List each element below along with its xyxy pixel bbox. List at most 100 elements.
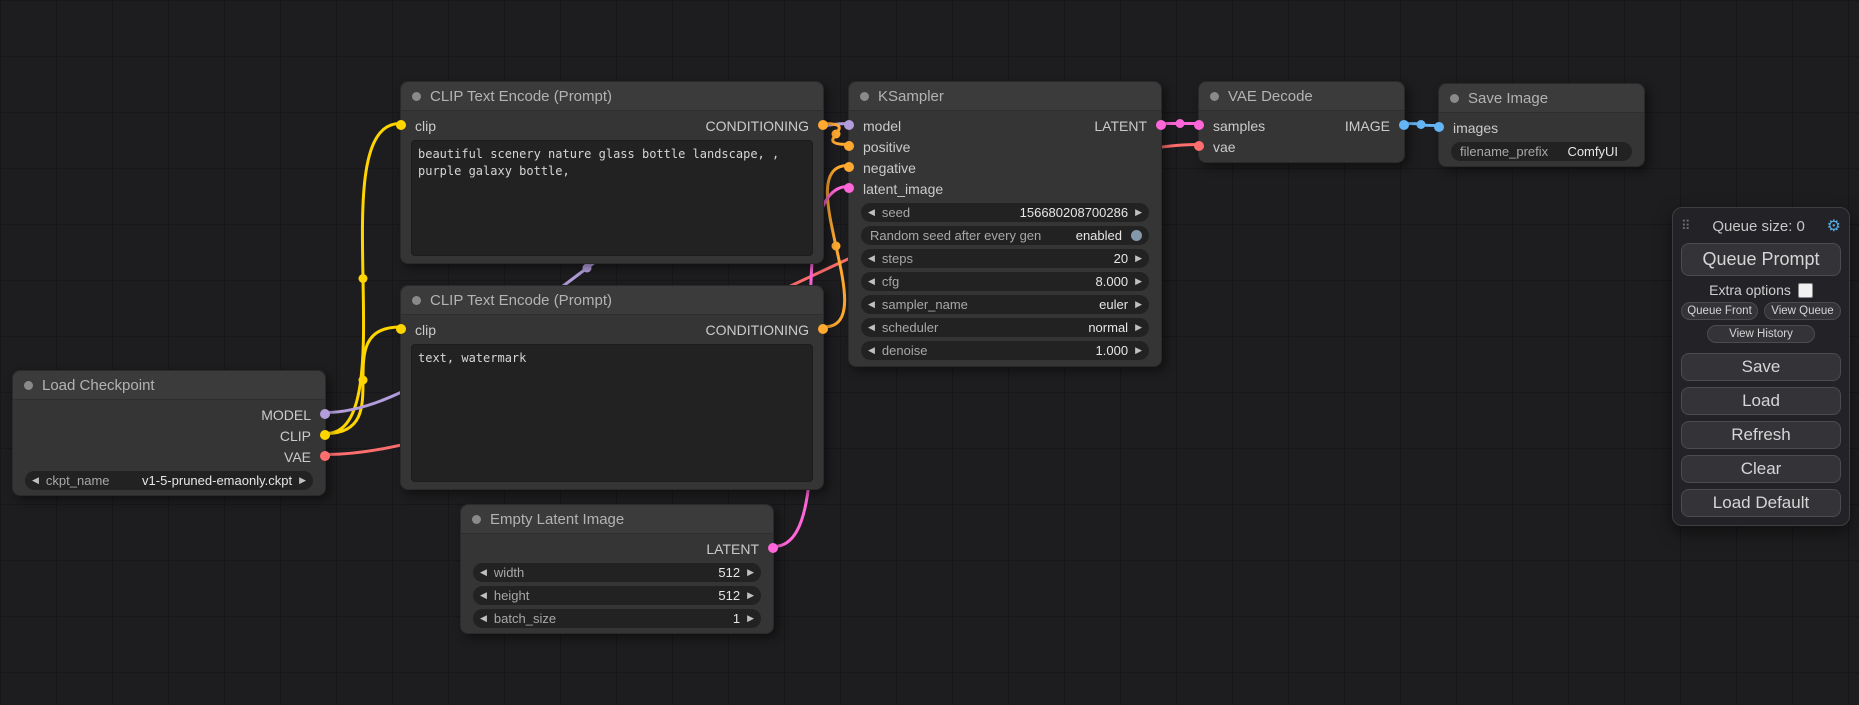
input-port-model[interactable]	[844, 120, 854, 130]
node-empty-latent-image[interactable]: Empty Latent Image LATENT ◀ width 512 ▶ …	[460, 504, 774, 634]
input-port-positive[interactable]	[844, 141, 854, 151]
increment-arrow-icon[interactable]: ▶	[1135, 254, 1142, 263]
collapse-dot[interactable]	[412, 296, 421, 305]
increment-arrow-icon[interactable]: ▶	[1135, 323, 1142, 332]
increment-arrow-icon[interactable]: ▶	[1135, 208, 1142, 217]
input-port-clip[interactable]	[396, 120, 406, 130]
slot-row: positive	[849, 136, 1161, 157]
node-title: Empty Latent Image	[490, 511, 624, 528]
decrement-arrow-icon[interactable]: ◀	[868, 277, 875, 286]
collapse-dot[interactable]	[24, 381, 33, 390]
node-header[interactable]: VAE Decode	[1199, 82, 1404, 111]
output-port-conditioning[interactable]	[818, 120, 828, 130]
ckpt-name-widget[interactable]: ◀ ckpt_name v1-5-pruned-emaonly.ckpt ▶	[25, 471, 313, 490]
node-title: CLIP Text Encode (Prompt)	[430, 88, 612, 105]
collapse-dot[interactable]	[1450, 94, 1459, 103]
input-port-negative[interactable]	[844, 162, 854, 172]
collapse-dot[interactable]	[412, 92, 421, 101]
load-default-button[interactable]: Load Default	[1681, 489, 1841, 517]
node-vae-decode[interactable]: VAE Decode samples IMAGE vae	[1198, 81, 1405, 163]
node-load-checkpoint[interactable]: Load Checkpoint MODEL CLIP VAE ◀ ckpt_na…	[12, 370, 326, 496]
output-label-conditioning: CONDITIONING	[706, 322, 809, 338]
increment-arrow-icon[interactable]: ▶	[747, 568, 754, 577]
refresh-button[interactable]: Refresh	[1681, 421, 1841, 449]
node-header[interactable]: Load Checkpoint	[13, 371, 325, 400]
decrement-arrow-icon[interactable]: ◀	[868, 300, 875, 309]
decrement-arrow-icon[interactable]: ◀	[868, 254, 875, 263]
output-port-latent[interactable]	[1156, 120, 1166, 130]
node-clip-text-encode-positive[interactable]: CLIP Text Encode (Prompt) clip CONDITION…	[400, 81, 824, 264]
node-header[interactable]: KSampler	[849, 82, 1161, 111]
positive-prompt-textarea[interactable]: beautiful scenery nature glass bottle la…	[411, 140, 813, 256]
increment-arrow-icon[interactable]: ▶	[1135, 300, 1142, 309]
increment-arrow-icon[interactable]: ▶	[1135, 346, 1142, 355]
input-port-images[interactable]	[1434, 122, 1444, 132]
scheduler-widget[interactable]: ◀ scheduler normal ▶	[861, 318, 1149, 337]
widget-value: enabled	[1076, 228, 1122, 243]
output-port-model[interactable]	[320, 409, 330, 419]
seed-widget[interactable]: ◀ seed 156680208700286 ▶	[861, 203, 1149, 222]
output-port-clip[interactable]	[320, 430, 330, 440]
view-history-button[interactable]: View History	[1707, 325, 1816, 343]
denoise-widget[interactable]: ◀ denoise 1.000 ▶	[861, 341, 1149, 360]
toggle-dot[interactable]	[1131, 230, 1142, 241]
increment-arrow-icon[interactable]: ▶	[747, 591, 754, 600]
width-widget[interactable]: ◀ width 512 ▶	[473, 563, 761, 582]
sampler-name-widget[interactable]: ◀ sampler_name euler ▶	[861, 295, 1149, 314]
node-header[interactable]: Empty Latent Image	[461, 505, 773, 534]
node-clip-text-encode-negative[interactable]: CLIP Text Encode (Prompt) clip CONDITION…	[400, 285, 824, 490]
output-label-conditioning: CONDITIONING	[706, 118, 809, 134]
drag-handle-icon[interactable]: ⠿	[1681, 218, 1691, 234]
decrement-arrow-icon[interactable]: ◀	[480, 614, 487, 623]
widget-label: Random seed after every gen	[870, 228, 1041, 243]
input-port-samples[interactable]	[1194, 120, 1204, 130]
decrement-arrow-icon[interactable]: ◀	[868, 346, 875, 355]
negative-prompt-textarea[interactable]: text, watermark	[411, 344, 813, 482]
queue-prompt-button[interactable]: Queue Prompt	[1681, 243, 1841, 276]
increment-arrow-icon[interactable]: ▶	[1135, 277, 1142, 286]
queue-front-button[interactable]: Queue Front	[1681, 302, 1758, 320]
increment-arrow-icon[interactable]: ▶	[747, 614, 754, 623]
queue-size-label: Queue size: 0	[1691, 218, 1827, 235]
cfg-widget[interactable]: ◀ cfg 8.000 ▶	[861, 272, 1149, 291]
load-button[interactable]: Load	[1681, 387, 1841, 415]
decrement-arrow-icon[interactable]: ◀	[868, 208, 875, 217]
view-queue-button[interactable]: View Queue	[1764, 302, 1841, 320]
output-port-image[interactable]	[1399, 120, 1409, 130]
collapse-dot[interactable]	[860, 92, 869, 101]
decrement-arrow-icon[interactable]: ◀	[480, 591, 487, 600]
slot-row: LATENT	[461, 538, 773, 559]
input-label-negative: negative	[863, 160, 916, 176]
widget-label: batch_size	[494, 611, 556, 626]
increment-arrow-icon[interactable]: ▶	[299, 476, 306, 485]
collapse-dot[interactable]	[1210, 92, 1219, 101]
height-widget[interactable]: ◀ height 512 ▶	[473, 586, 761, 605]
slot-row: model LATENT	[849, 115, 1161, 136]
node-header[interactable]: CLIP Text Encode (Prompt)	[401, 286, 823, 315]
node-header[interactable]: Save Image	[1439, 84, 1644, 113]
node-ksampler[interactable]: KSampler model LATENT positive negative …	[848, 81, 1162, 367]
save-button[interactable]: Save	[1681, 353, 1841, 381]
extra-options-checkbox[interactable]	[1798, 283, 1813, 298]
collapse-dot[interactable]	[472, 515, 481, 524]
clear-button[interactable]: Clear	[1681, 455, 1841, 483]
output-port-vae[interactable]	[320, 451, 330, 461]
node-save-image[interactable]: Save Image images filename_prefix ComfyU…	[1438, 83, 1645, 167]
input-port-latent-image[interactable]	[844, 183, 854, 193]
filename-prefix-widget[interactable]: filename_prefix ComfyUI	[1451, 142, 1632, 161]
output-port-latent[interactable]	[768, 543, 778, 553]
settings-gear-icon[interactable]: ⚙	[1827, 216, 1841, 236]
random-seed-widget[interactable]: Random seed after every gen enabled	[861, 226, 1149, 245]
node-header[interactable]: CLIP Text Encode (Prompt)	[401, 82, 823, 111]
decrement-arrow-icon[interactable]: ◀	[868, 323, 875, 332]
output-port-conditioning[interactable]	[818, 324, 828, 334]
widget-value: 1.000	[1096, 343, 1129, 358]
widget-label: ckpt_name	[46, 473, 110, 488]
decrement-arrow-icon[interactable]: ◀	[480, 568, 487, 577]
steps-widget[interactable]: ◀ steps 20 ▶	[861, 249, 1149, 268]
decrement-arrow-icon[interactable]: ◀	[32, 476, 39, 485]
input-port-vae[interactable]	[1194, 141, 1204, 151]
batch-size-widget[interactable]: ◀ batch_size 1 ▶	[473, 609, 761, 628]
widget-label: sampler_name	[882, 297, 968, 312]
input-port-clip[interactable]	[396, 324, 406, 334]
